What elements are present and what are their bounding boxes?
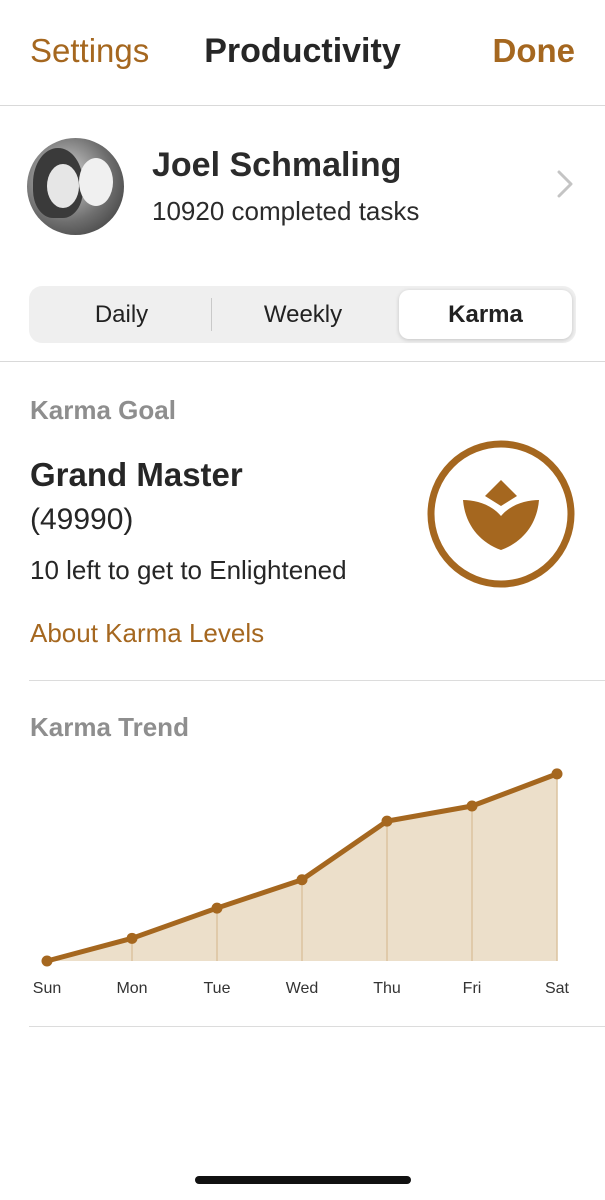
section-divider xyxy=(29,1026,605,1027)
x-tick-label: Sun xyxy=(33,980,61,997)
avatar-face-shape xyxy=(79,158,113,206)
x-tick-label: Wed xyxy=(286,980,319,997)
x-tick-label: Fri xyxy=(463,980,482,997)
avatar-face-shape xyxy=(47,164,79,208)
settings-back-button[interactable]: Settings xyxy=(30,32,149,70)
trend-point xyxy=(296,874,308,886)
trend-point xyxy=(211,902,223,914)
home-indicator xyxy=(195,1176,411,1184)
page-title-text: Productivity xyxy=(204,32,401,70)
tab-daily[interactable]: Daily xyxy=(33,290,210,339)
karma-remaining-text: 10 left to get to Enlightened xyxy=(30,555,347,585)
trend-point xyxy=(381,815,393,827)
chevron-right-icon xyxy=(557,170,573,198)
x-tick-label: Thu xyxy=(373,980,401,997)
trend-point xyxy=(41,955,53,967)
section-divider xyxy=(29,680,605,681)
karma-level-title: Grand Master xyxy=(30,456,243,493)
karma-goal-label: Karma Goal xyxy=(30,395,176,425)
navigation-bar: Settings Productivity Done xyxy=(0,0,605,106)
avatar xyxy=(27,138,124,235)
tab-karma[interactable]: Karma xyxy=(399,290,572,339)
karma-lotus-badge-icon xyxy=(427,440,575,588)
profile-row[interactable]: Joel Schmaling 10920 completed tasks xyxy=(0,120,605,250)
x-tick-label: Mon xyxy=(116,980,147,997)
about-karma-levels-link[interactable]: About Karma Levels xyxy=(30,618,264,649)
karma-points: (49990) xyxy=(30,503,134,536)
karma-trend-label: Karma Trend xyxy=(30,712,189,742)
trend-point xyxy=(126,932,138,944)
completed-tasks-count: 10920 completed tasks xyxy=(152,196,420,226)
karma-trend-chart: Sun Mon Tue Wed Thu Fri Sat xyxy=(33,768,570,997)
section-divider xyxy=(0,361,605,362)
tab-weekly[interactable]: Weekly xyxy=(212,290,394,339)
done-button[interactable]: Done xyxy=(493,32,576,70)
period-segmented-control: Daily Weekly Karma xyxy=(29,286,576,343)
trend-point xyxy=(466,800,478,812)
x-tick-label: Tue xyxy=(204,980,231,997)
profile-name: Joel Schmaling xyxy=(152,146,402,184)
x-tick-label: Sat xyxy=(545,980,570,997)
trend-point xyxy=(551,768,563,780)
